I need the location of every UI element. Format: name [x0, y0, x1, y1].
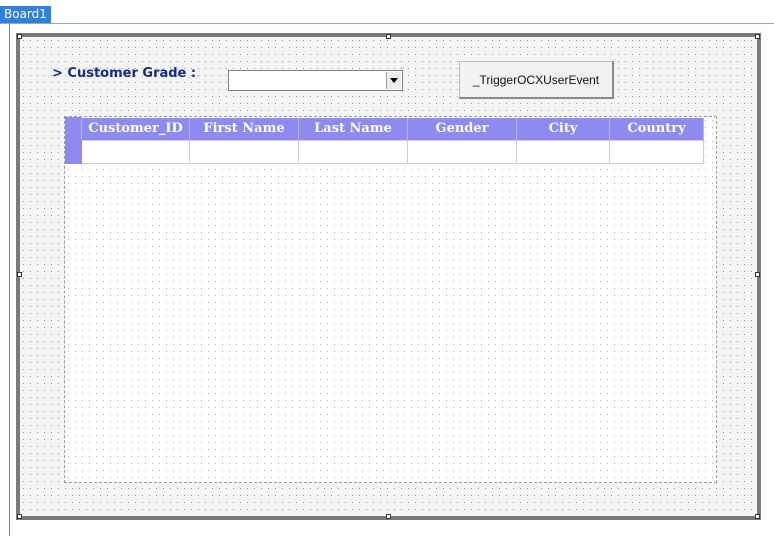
tab-strip-divider	[0, 23, 774, 24]
column-header-city[interactable]: City	[516, 117, 610, 141]
tab-board1[interactable]: Board1	[0, 6, 51, 23]
table-row[interactable]	[65, 140, 704, 164]
chevron-down-icon	[390, 78, 398, 83]
resize-handle-top-center[interactable]	[386, 34, 391, 39]
column-header-first-name[interactable]: First Name	[189, 117, 299, 141]
resize-handle-middle-right[interactable]	[755, 272, 760, 277]
column-header-customer-id[interactable]: Customer_ID	[81, 117, 190, 141]
grid-header-row: Customer_ID First Name Last Name Gender …	[65, 117, 704, 141]
cell-first-name[interactable]	[189, 140, 299, 164]
row-header-corner[interactable]	[65, 117, 82, 141]
resize-handle-middle-left[interactable]	[17, 272, 22, 277]
cell-gender[interactable]	[407, 140, 517, 164]
column-header-gender[interactable]: Gender	[407, 117, 517, 141]
dropdown-button[interactable]	[386, 72, 401, 89]
resize-handle-top-left[interactable]	[17, 34, 22, 39]
cell-country[interactable]	[609, 140, 704, 164]
cell-city[interactable]	[516, 140, 610, 164]
customer-grade-label: > Customer Grade :	[52, 66, 197, 81]
column-header-country[interactable]: Country	[609, 117, 704, 141]
editor-left-border	[9, 24, 10, 536]
resize-handle-bottom-right[interactable]	[755, 514, 760, 519]
grid-container[interactable]	[64, 116, 717, 483]
column-header-last-name[interactable]: Last Name	[298, 117, 408, 141]
row-header-indicator[interactable]	[65, 140, 82, 164]
resize-handle-top-right[interactable]	[755, 34, 760, 39]
cell-customer-id[interactable]	[81, 140, 190, 164]
resize-handle-bottom-center[interactable]	[386, 514, 391, 519]
customer-grade-select[interactable]	[228, 70, 403, 91]
customer-grid[interactable]: Customer_ID First Name Last Name Gender …	[65, 117, 704, 164]
resize-handle-bottom-left[interactable]	[17, 514, 22, 519]
cell-last-name[interactable]	[298, 140, 408, 164]
trigger-ocx-user-event-button[interactable]: _TriggerOCXUserEvent	[459, 61, 614, 99]
